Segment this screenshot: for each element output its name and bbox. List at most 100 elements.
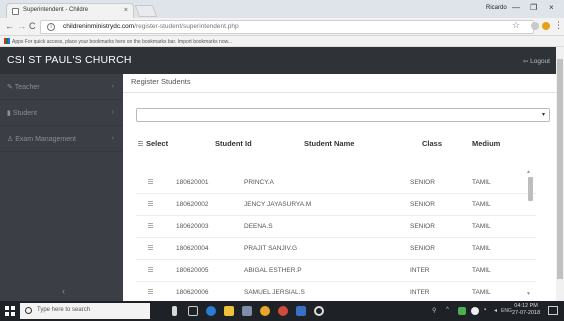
network-icon[interactable]: ▪ <box>484 307 486 313</box>
address-bar[interactable]: i childreninministrydc.com/register-stud… <box>40 20 534 34</box>
chevron-right-icon: › <box>111 83 114 90</box>
file-explorer-icon[interactable] <box>224 306 234 316</box>
row-checkbox[interactable] <box>148 223 153 228</box>
cell-medium: TAMIL <box>472 289 491 296</box>
notification-icon[interactable] <box>548 306 558 315</box>
volume-icon[interactable]: ◂ <box>494 307 497 314</box>
student-table-body: 180620001 PRINCY.A SENIOR TAMIL 18062000… <box>136 172 536 301</box>
row-checkbox[interactable] <box>148 245 153 250</box>
column-header-student-name[interactable]: Student Name <box>304 139 354 148</box>
browser-menu-icon[interactable]: ⋮ <box>554 20 563 31</box>
brand-title[interactable]: CSI ST PAUL'S CHURCH <box>7 54 132 66</box>
browser-tab[interactable]: Superintendent - Childre × <box>6 3 134 18</box>
row-checkbox[interactable] <box>148 289 153 294</box>
windows-taskbar: Type here to search ⚲ ^ ▪ ◂ ENG 04:12 PM… <box>0 301 564 321</box>
minimize-icon[interactable]: — <box>512 3 520 12</box>
column-header-medium[interactable]: Medium <box>472 139 500 148</box>
taskbar-search-input[interactable]: Type here to search <box>20 303 150 319</box>
cell-student-id: 180620003 <box>176 223 209 230</box>
chrome-icon[interactable] <box>278 306 288 316</box>
page-favicon-icon <box>12 8 19 15</box>
apps-grid-icon[interactable] <box>4 38 10 44</box>
scroll-up-icon[interactable]: ▲ <box>526 169 531 175</box>
profile-name[interactable]: Ricardo <box>486 5 507 11</box>
clock-date: 27-07-2018 <box>512 310 541 316</box>
row-checkbox[interactable] <box>148 201 153 206</box>
table-row[interactable]: 180620003 DEENA.S SENIOR TAMIL <box>136 216 536 238</box>
task-view-icon[interactable] <box>188 306 198 316</box>
table-row[interactable]: 180620005 ABIGAL ESTHER.P INTER TAMIL <box>136 260 536 282</box>
table-scroll-thumb[interactable] <box>528 177 533 201</box>
sidebar-collapse-icon[interactable]: ‹ <box>62 286 65 296</box>
bookmark-star-icon[interactable]: ☆ <box>512 20 520 31</box>
extension-icon[interactable] <box>531 22 539 30</box>
column-header-select[interactable]: Select <box>146 139 168 148</box>
cell-class: SENIOR <box>410 201 435 208</box>
tray-app-icon[interactable] <box>471 307 479 315</box>
cell-class: SENIOR <box>410 245 435 252</box>
tab-close-icon[interactable]: × <box>124 7 128 14</box>
cell-medium: TAMIL <box>472 267 491 274</box>
caret-down-icon: ▾ <box>541 112 545 118</box>
table-row[interactable]: 180620002 JENCY JAYASURYA.M SENIOR TAMIL <box>136 194 536 216</box>
page-scrollbar[interactable] <box>556 47 564 301</box>
app-header: CSI ST PAUL'S CHURCH ⇦ Logout <box>0 47 556 74</box>
logout-button[interactable]: ⇦ Logout <box>523 57 550 65</box>
chevron-right-icon: › <box>111 109 114 116</box>
maximize-icon[interactable]: ❐ <box>530 3 537 12</box>
language-indicator[interactable]: ENG <box>501 308 512 314</box>
forward-icon[interactable]: → <box>17 21 26 31</box>
sidebar-item-label: Student <box>12 110 37 117</box>
table-row[interactable]: 180620001 PRINCY.A SENIOR TAMIL <box>136 172 536 194</box>
table-row[interactable]: 180620004 PRAJIT SANJIV.G SENIOR TAMIL <box>136 238 536 260</box>
column-header-class[interactable]: Class <box>422 139 442 148</box>
firefox-icon[interactable] <box>260 306 270 316</box>
taskbar-clock[interactable]: 04:12 PM 27-07-2018 <box>512 303 540 317</box>
close-window-icon[interactable]: × <box>549 3 554 12</box>
sidebar-item-teacher[interactable]: ✎ Teacher › <box>0 74 123 100</box>
word-icon[interactable] <box>296 306 306 316</box>
app-icon[interactable] <box>314 306 324 316</box>
filter-select[interactable]: ▾ <box>136 108 550 122</box>
edge-browser-icon[interactable] <box>206 306 216 316</box>
tray-app-icon[interactable] <box>458 307 466 315</box>
cell-class: SENIOR <box>410 223 435 230</box>
info-icon[interactable]: i <box>47 23 55 31</box>
cell-student-id: 180620004 <box>176 245 209 252</box>
search-placeholder: Type here to search <box>37 307 91 313</box>
table-row[interactable]: 180620006 SAMUEL JERSIAL.S INTER TAMIL <box>136 282 536 301</box>
back-icon[interactable]: ← <box>5 21 14 31</box>
main-panel: Register Students ▾ Select Student Id St… <box>123 74 556 301</box>
cell-student-id: 180620005 <box>176 267 209 274</box>
column-header-student-id[interactable]: Student Id <box>215 139 252 148</box>
cell-student-name: ABIGAL ESTHER.P <box>244 267 302 274</box>
reload-icon[interactable]: C <box>29 21 36 31</box>
chevron-right-icon: › <box>111 135 114 142</box>
microphone-icon[interactable] <box>172 306 177 316</box>
row-checkbox[interactable] <box>148 179 153 184</box>
table-scrollbar[interactable]: ▲ ▼ <box>526 169 533 297</box>
bookmarks-hint[interactable]: Apps For quick access, place your bookma… <box>12 39 232 45</box>
clock-time: 04:12 PM <box>514 303 538 309</box>
cell-student-name: PRINCY.A <box>244 179 274 186</box>
scroll-down-icon[interactable]: ▼ <box>526 291 531 297</box>
store-icon[interactable] <box>242 306 252 316</box>
exam-icon: ♙ <box>7 136 14 143</box>
tray-chevron-icon[interactable]: ^ <box>446 307 449 313</box>
people-icon[interactable]: ⚲ <box>432 307 436 314</box>
student-icon: ▮ <box>7 110 11 117</box>
cell-medium: TAMIL <box>472 179 491 186</box>
windows-start-icon[interactable] <box>5 306 15 316</box>
cell-student-id: 180620002 <box>176 201 209 208</box>
cell-student-name: PRAJIT SANJIV.G <box>244 245 298 252</box>
select-all-checkbox[interactable] <box>138 141 143 146</box>
sidebar-item-exam-management[interactable]: ♙ Exam Management › <box>0 126 123 152</box>
extension-icon[interactable] <box>542 22 550 30</box>
bookmarks-bar: Apps For quick access, place your bookma… <box>0 36 564 47</box>
cell-student-name: SAMUEL JERSIAL.S <box>244 289 305 296</box>
row-checkbox[interactable] <box>148 267 153 272</box>
browser-toolbar: ← → C i childreninministrydc.com/registe… <box>0 18 564 36</box>
new-tab-button[interactable] <box>134 5 158 17</box>
sidebar-item-student[interactable]: ▮ Student › <box>0 100 123 126</box>
page-scroll-thumb[interactable] <box>557 59 563 279</box>
